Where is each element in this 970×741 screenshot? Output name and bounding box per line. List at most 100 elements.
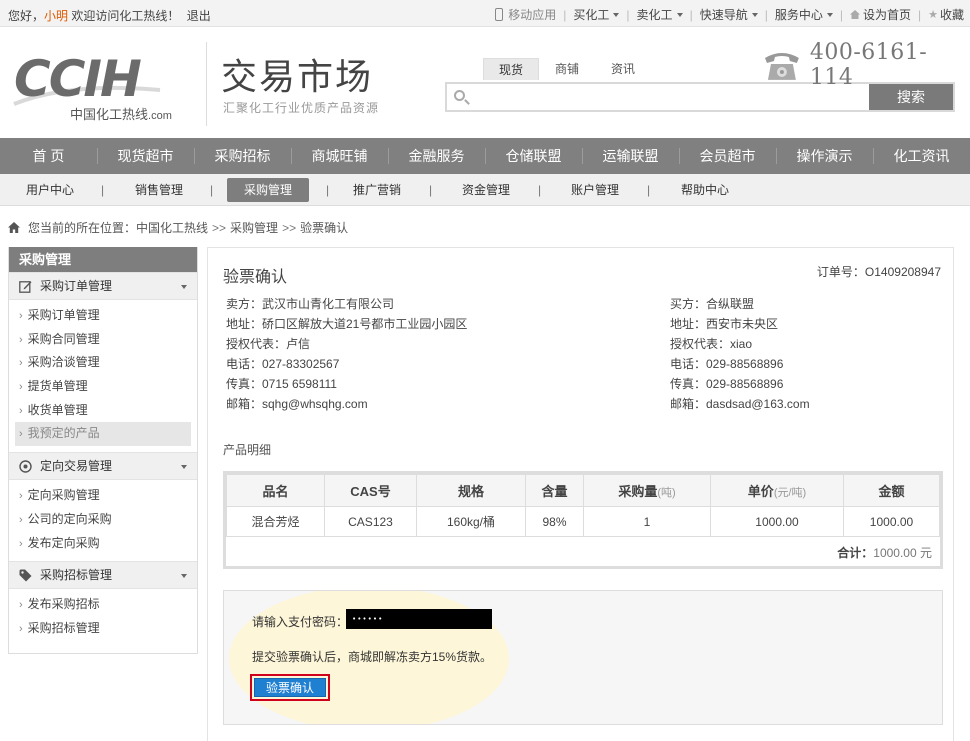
subnav-procurement[interactable]: 采购管理 bbox=[227, 178, 309, 202]
chevron-down-icon bbox=[751, 12, 758, 17]
breadcrumb-home[interactable]: 中国化工热线 bbox=[136, 219, 208, 236]
col-header-quantity: 采购量(吨) bbox=[583, 474, 711, 507]
quick-nav-menu[interactable]: 快速导航 bbox=[700, 6, 758, 23]
nav-member-market[interactable]: 会员超市 bbox=[679, 138, 776, 174]
chevron-right-icon: › bbox=[19, 513, 23, 526]
subnav-promotion[interactable]: 推广营销 bbox=[348, 178, 406, 202]
buy-chemicals-menu[interactable]: 买化工 bbox=[573, 6, 620, 23]
sidebar: 采购管理 采购订单管理 › 采购订单管理 › 采购合同管理 › 采购洽谈管理 › 提货单… bbox=[8, 247, 198, 654]
seller-rep: 授权代表：卢信 bbox=[226, 337, 311, 351]
seller-name: 卖方：武汉市山青化工有限公司 bbox=[226, 297, 395, 311]
table-row: 混合芳烃 CAS123 160kg/桶 98% 1 1000.00 1000.0… bbox=[226, 506, 940, 537]
nav-home[interactable]: 首 页 bbox=[0, 138, 97, 174]
logo-mark: CCIH bbox=[14, 50, 142, 108]
sidebar-item-purchase-contracts[interactable]: › 采购合同管理 bbox=[15, 328, 191, 352]
nav-warehouse[interactable]: 仓储联盟 bbox=[485, 138, 582, 174]
chevron-right-icon: › bbox=[19, 333, 23, 346]
breadcrumb-separator: >> bbox=[282, 220, 297, 235]
sell-chemicals-menu[interactable]: 卖化工 bbox=[637, 6, 683, 23]
chevron-down-icon bbox=[826, 12, 833, 17]
table-header-row: 品名 CAS号 规格 含量 采购量(吨) 单价(元/吨) 金额 bbox=[226, 474, 940, 507]
subnav-help[interactable]: 帮助中心 bbox=[676, 178, 734, 202]
seller-fax: 传真：0715 6598111 bbox=[226, 377, 337, 391]
logout-link[interactable]: 退出 bbox=[187, 9, 211, 23]
sidebar-item-bidding-management[interactable]: › 采购招标管理 bbox=[15, 617, 191, 641]
buyer-name: 买方：合纵联盟 bbox=[670, 297, 755, 311]
buyer-address: 地址：西安市未央区 bbox=[670, 317, 779, 331]
buy-chemicals-label: 买化工 bbox=[573, 8, 610, 22]
market-title: 交易市场 bbox=[221, 56, 374, 97]
buyer-info: 买方：合纵联盟 地址：西安市未央区 授权代表：xiao 电话：029-88568… bbox=[670, 294, 810, 414]
sidebar-title: 采购管理 bbox=[9, 247, 197, 272]
home-icon bbox=[8, 222, 20, 233]
confirm-inspection-button[interactable]: 验票确认 bbox=[254, 678, 326, 697]
buyer-phone: 电话：029-88568896 bbox=[670, 357, 784, 371]
mobile-app-label: 移动应用 bbox=[508, 8, 557, 22]
sidebar-item-publish-directed[interactable]: › 发布定向采购 bbox=[15, 532, 191, 556]
payment-password-label: 请输入支付密码： bbox=[252, 615, 349, 629]
nav-spot-market[interactable]: 现货超市 bbox=[97, 138, 194, 174]
nav-chem-news[interactable]: 化工资讯 bbox=[873, 138, 970, 174]
chevron-right-icon: › bbox=[19, 357, 23, 370]
site-logo[interactable]: CCIH 中国化工热线.com bbox=[10, 50, 200, 128]
order-number-label: 订单号： bbox=[816, 265, 865, 279]
sidebar-item-label: 我预定的产品 bbox=[27, 426, 100, 441]
subnav-user-center[interactable]: 用户中心 bbox=[22, 178, 78, 202]
sidebar-group-directed[interactable]: 定向交易管理 bbox=[9, 452, 197, 481]
set-homepage-link[interactable]: 设为首页 bbox=[849, 6, 911, 23]
cell-amount: 1000.00 bbox=[843, 506, 940, 537]
product-table-wrapper: 品名 CAS号 规格 含量 采购量(吨) 单价(元/吨) 金额 混合芳烃 CAS… bbox=[223, 471, 943, 569]
chevron-right-icon: › bbox=[19, 381, 23, 394]
home-icon bbox=[849, 10, 860, 19]
subnav-account[interactable]: 账户管理 bbox=[566, 178, 624, 202]
search-tab-shops[interactable]: 商铺 bbox=[539, 58, 595, 80]
sidebar-item-delivery-bills[interactable]: › 提货单管理 bbox=[15, 375, 191, 399]
order-number-value: O1409208947 bbox=[864, 265, 941, 279]
search-tab-spot[interactable]: 现货 bbox=[483, 58, 539, 80]
username[interactable]: 小明 bbox=[44, 9, 68, 23]
mobile-app-link[interactable]: 移动应用 bbox=[495, 6, 556, 23]
total-amount: 1000.00 元 bbox=[873, 546, 932, 560]
sidebar-item-label: 发布采购招标 bbox=[27, 597, 100, 612]
sidebar-item-purchase-orders[interactable]: › 采购订单管理 bbox=[15, 304, 191, 328]
chevron-right-icon: › bbox=[19, 599, 23, 612]
sidebar-item-negotiations[interactable]: › 采购洽谈管理 bbox=[15, 351, 191, 375]
sidebar-item-company-directed[interactable]: › 公司的定向采购 bbox=[15, 508, 191, 532]
col-header-name: 品名 bbox=[226, 474, 325, 507]
product-table: 品名 CAS号 规格 含量 采购量(吨) 单价(元/吨) 金额 混合芳烃 CAS… bbox=[226, 474, 940, 537]
nav-procurement-bidding[interactable]: 采购招标 bbox=[194, 138, 291, 174]
sidebar-item-label: 采购招标管理 bbox=[27, 620, 100, 635]
payment-password-input[interactable]: •••••• bbox=[346, 609, 492, 629]
confirm-button-highlight: 验票确认 bbox=[250, 674, 330, 701]
sidebar-item-label: 定向采购管理 bbox=[27, 488, 100, 503]
chevron-down-icon bbox=[181, 574, 187, 579]
service-center-menu[interactable]: 服务中心 bbox=[775, 6, 833, 23]
sidebar-item-publish-bidding[interactable]: › 发布采购招标 bbox=[15, 593, 191, 617]
nav-transport[interactable]: 运输联盟 bbox=[582, 138, 679, 174]
hotline-number: 400-6161-114 bbox=[809, 40, 928, 90]
main-nav: 首 页 现货超市 采购招标 商城旺铺 金融服务 仓储联盟 运输联盟 会员超市 操… bbox=[0, 138, 970, 174]
set-homepage-label: 设为首页 bbox=[862, 8, 911, 22]
top-bar: 您好，小明 欢迎访问化工热线！ 退出 移动应用 | 买化工 | 卖化工 | 快速… bbox=[0, 0, 970, 27]
product-detail-label: 产品明细 bbox=[223, 443, 272, 457]
sidebar-group-orders[interactable]: 采购订单管理 bbox=[9, 272, 197, 300]
chevron-right-icon: › bbox=[19, 428, 23, 441]
nav-demo[interactable]: 操作演示 bbox=[776, 138, 873, 174]
col-header-unit-price: 单价(元/吨) bbox=[710, 474, 844, 507]
sidebar-group-bidding[interactable]: 采购招标管理 bbox=[9, 561, 197, 590]
favorite-link[interactable]: ★ 收藏 bbox=[928, 6, 964, 23]
sidebar-item-receipts[interactable]: › 收货单管理 bbox=[15, 399, 191, 423]
nav-finance[interactable]: 金融服务 bbox=[388, 138, 485, 174]
star-icon: ★ bbox=[928, 9, 938, 21]
payment-panel: 请输入支付密码： •••••• 提交验票确认后，商城即解冻卖方15%货款。 验票… bbox=[223, 590, 943, 725]
nav-mall-shops[interactable]: 商城旺铺 bbox=[291, 138, 388, 174]
sidebar-item-directed-purchase[interactable]: › 定向采购管理 bbox=[15, 484, 191, 508]
subnav-funds[interactable]: 资金管理 bbox=[457, 178, 515, 202]
chevron-right-icon: › bbox=[19, 310, 23, 322]
breadcrumb-procurement[interactable]: 采购管理 bbox=[230, 219, 278, 236]
favorite-label: 收藏 bbox=[939, 8, 964, 22]
search-tab-news[interactable]: 资讯 bbox=[595, 58, 651, 80]
sidebar-item-reserved-products[interactable]: › 我预定的产品 bbox=[15, 422, 191, 447]
subnav-sales[interactable]: 销售管理 bbox=[130, 178, 188, 202]
greeting-text: 您好， bbox=[8, 9, 45, 23]
